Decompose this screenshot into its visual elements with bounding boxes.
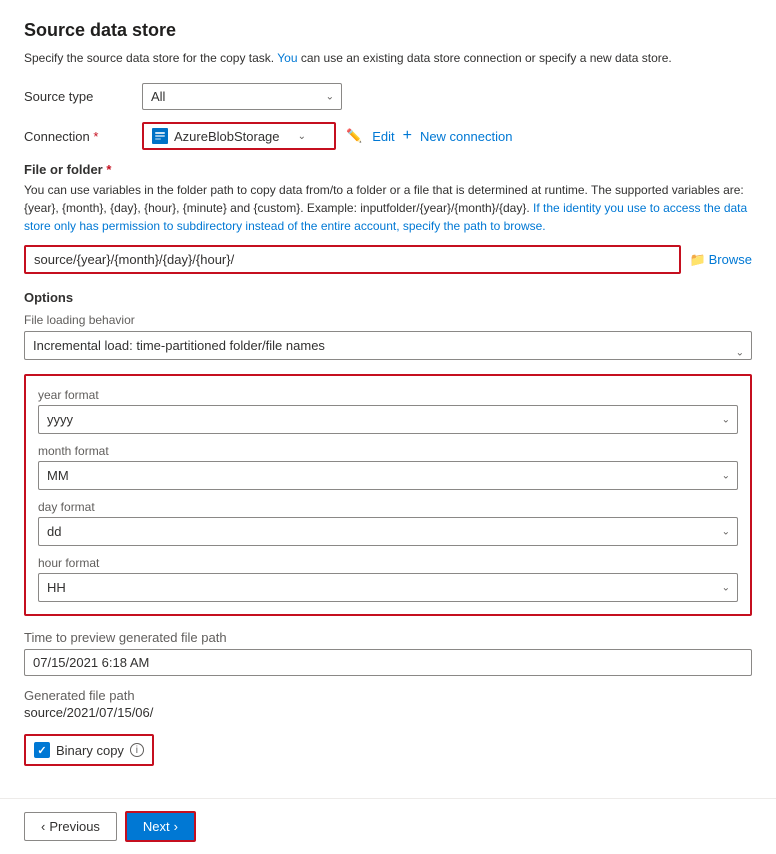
generated-path-value: source/2021/07/15/06/: [24, 705, 752, 720]
year-format-select[interactable]: yyyy yy: [38, 405, 738, 434]
loading-behavior-select-wrapper: Incremental load: time-partitioned folde…: [24, 331, 752, 374]
file-path-row: 📁 Browse: [24, 245, 752, 274]
source-type-select[interactable]: All: [142, 83, 342, 110]
connection-label: Connection *: [24, 129, 134, 144]
blob-storage-icon: [152, 128, 168, 144]
connection-value: AzureBlobStorage: [174, 129, 280, 144]
connection-select-inner[interactable]: AzureBlobStorage ⌄: [144, 124, 334, 148]
time-preview-label: Time to preview generated file path: [24, 630, 752, 645]
info-icon[interactable]: i: [130, 743, 144, 757]
binary-copy-label: Binary copy: [56, 743, 124, 758]
connection-select-wrapper[interactable]: AzureBlobStorage ⌄: [142, 122, 336, 150]
day-format-select-wrapper: dd d ⌄: [38, 517, 738, 546]
browse-link[interactable]: 📁 Browse: [689, 252, 752, 268]
page-description: Specify the source data store for the co…: [24, 49, 752, 67]
connection-chevron-icon: ⌄: [282, 131, 306, 142]
source-type-label: Source type: [24, 89, 134, 104]
edit-link[interactable]: Edit: [372, 129, 394, 144]
connection-row: Connection * AzureBlobStorage ⌄ ✏️ Edit …: [24, 122, 752, 150]
binary-copy-section: ✓ Binary copy i: [24, 734, 154, 766]
month-format-select[interactable]: MM M: [38, 461, 738, 490]
source-type-select-wrapper: All ⌄: [142, 83, 342, 110]
time-preview-input[interactable]: [24, 649, 752, 676]
format-section: year format yyyy yy ⌄ month format MM M …: [24, 374, 752, 616]
time-preview-section: Time to preview generated file path: [24, 630, 752, 688]
month-format-select-wrapper: MM M ⌄: [38, 461, 738, 490]
source-type-row: Source type All ⌄: [24, 83, 752, 110]
loading-behavior-select[interactable]: Incremental load: time-partitioned folde…: [24, 331, 752, 360]
check-icon: ✓: [37, 744, 46, 757]
loading-behavior-label: File loading behavior: [24, 313, 752, 327]
generated-path-section: Generated file path source/2021/07/15/06…: [24, 688, 752, 720]
hour-format-select[interactable]: HH H: [38, 573, 738, 602]
file-path-input[interactable]: [24, 245, 681, 274]
year-format-select-wrapper: yyyy yy ⌄: [38, 405, 738, 434]
hour-format-label: hour format: [38, 556, 738, 570]
page-title: Source data store: [24, 20, 752, 41]
folder-icon: 📁: [689, 252, 705, 268]
folder-description: You can use variables in the folder path…: [24, 181, 752, 235]
description-link[interactable]: You: [277, 51, 297, 65]
day-format-group: day format dd d ⌄: [38, 500, 738, 546]
plus-icon: +: [403, 127, 412, 145]
binary-copy-checkbox[interactable]: ✓: [34, 742, 50, 758]
hour-format-select-wrapper: HH H ⌄: [38, 573, 738, 602]
new-connection-link[interactable]: New connection: [420, 129, 513, 144]
month-format-label: month format: [38, 444, 738, 458]
month-format-group: month format MM M ⌄: [38, 444, 738, 490]
year-format-group: year format yyyy yy ⌄: [38, 388, 738, 434]
file-or-folder-label: File or folder *: [24, 162, 752, 177]
day-format-label: day format: [38, 500, 738, 514]
footer: ‹ Previous Next ›: [0, 798, 776, 854]
divider-pencil: ✏️: [346, 128, 362, 144]
options-section: Options File loading behavior Incrementa…: [24, 290, 752, 374]
file-or-folder-section: File or folder * You can use variables i…: [24, 162, 752, 274]
year-format-label: year format: [38, 388, 738, 402]
hour-format-group: hour format HH H ⌄: [38, 556, 738, 602]
options-label: Options: [24, 290, 752, 305]
generated-path-label: Generated file path: [24, 688, 752, 703]
day-format-select[interactable]: dd d: [38, 517, 738, 546]
